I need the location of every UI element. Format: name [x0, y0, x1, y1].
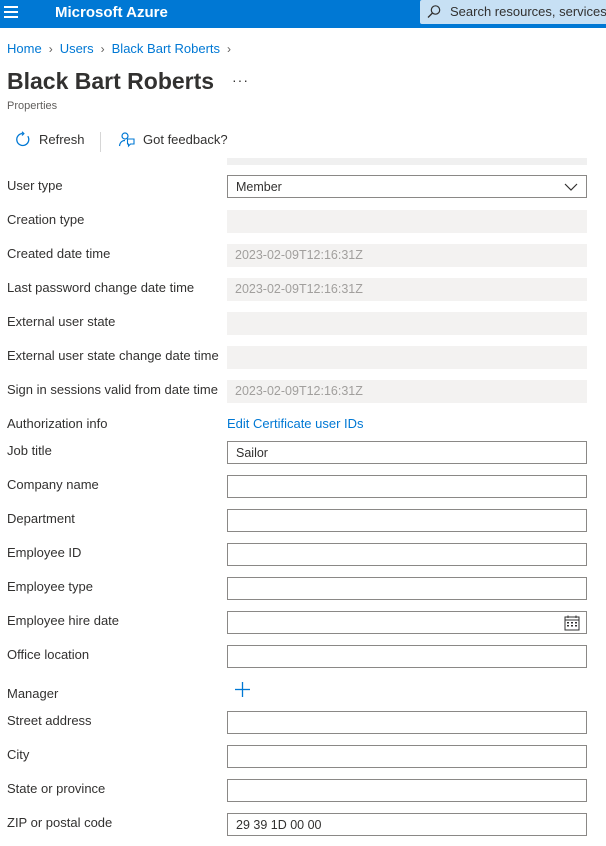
chevron-right-icon: › — [48, 42, 53, 56]
office-location-input[interactable] — [227, 645, 587, 668]
refresh-label: Refresh — [39, 132, 85, 147]
top-bar: Microsoft Azure Search resources, servic… — [0, 0, 606, 28]
creation-type-label: Creation type — [7, 212, 85, 227]
external-user-state-change-field — [227, 346, 587, 369]
state-or-province-label: State or province — [7, 781, 106, 796]
user-type-label: User type — [7, 178, 63, 193]
employee-id-label: Employee ID — [7, 545, 82, 560]
employee-hire-date-label: Employee hire date — [7, 613, 120, 628]
department-label: Department — [7, 511, 75, 526]
search-placeholder: Search resources, services, a — [450, 4, 606, 19]
toolbar-divider — [100, 132, 101, 152]
company-name-input[interactable] — [227, 475, 587, 498]
manager-label: Manager — [7, 686, 59, 701]
scroll-edge — [227, 158, 587, 165]
chevron-right-icon: › — [227, 42, 232, 56]
command-bar: Refresh Got feedback? — [0, 128, 606, 156]
add-manager-plus-icon[interactable] — [234, 681, 251, 698]
job-title-input[interactable]: Sailor — [227, 441, 587, 464]
employee-id-input[interactable] — [227, 543, 587, 566]
employee-type-label: Employee type — [7, 579, 93, 594]
office-location-label: Office location — [7, 647, 90, 662]
calendar-icon[interactable] — [564, 615, 580, 631]
more-options-button[interactable]: ··· — [232, 72, 249, 88]
breadcrumb-users[interactable]: Users — [60, 41, 94, 56]
chevron-down-icon — [564, 183, 578, 191]
company-name-label: Company name — [7, 477, 99, 492]
last-password-change-field: 2023-02-09T12:16:31Z — [227, 278, 587, 301]
breadcrumb-home[interactable]: Home — [7, 41, 42, 56]
external-user-state-field — [227, 312, 587, 335]
breadcrumb: Home › Users › Black Bart Roberts › — [7, 41, 238, 56]
job-title-label: Job title — [7, 443, 52, 458]
employee-type-input[interactable] — [227, 577, 587, 600]
street-address-label: Street address — [7, 713, 92, 728]
department-input[interactable] — [227, 509, 587, 532]
search-icon — [427, 5, 441, 18]
last-password-change-label: Last password change date time — [7, 280, 195, 295]
sign-in-sessions-valid-label: Sign in sessions valid from date time — [7, 382, 218, 397]
created-date-time-field: 2023-02-09T12:16:31Z — [227, 244, 587, 267]
hamburger-menu-icon[interactable] — [4, 6, 20, 20]
feedback-button[interactable]: Got feedback? — [118, 131, 228, 148]
city-label: City — [7, 747, 30, 762]
page-title: Black Bart Roberts — [7, 68, 215, 94]
breadcrumb-user[interactable]: Black Bart Roberts — [112, 41, 220, 56]
employee-hire-date-input[interactable] — [227, 611, 587, 634]
refresh-icon — [16, 131, 30, 147]
created-date-time-label: Created date time — [7, 246, 111, 261]
brand-title[interactable]: Microsoft Azure — [55, 4, 168, 21]
feedback-label: Got feedback? — [143, 132, 228, 147]
user-type-value: Member — [236, 180, 282, 194]
page-subtitle: Properties — [7, 100, 58, 112]
edit-certificate-user-ids-link[interactable]: Edit Certificate user IDs — [227, 416, 364, 431]
refresh-button[interactable]: Refresh — [14, 131, 85, 148]
sign-in-sessions-valid-field: 2023-02-09T12:16:31Z — [227, 380, 587, 403]
city-input[interactable] — [227, 745, 587, 768]
authorization-info-label: Authorization info — [7, 416, 108, 431]
creation-type-field — [227, 210, 587, 233]
chevron-right-icon: › — [100, 42, 105, 56]
zip-or-postal-code-label: ZIP or postal code — [7, 815, 113, 830]
external-user-state-label: External user state — [7, 314, 116, 329]
zip-or-postal-code-input[interactable]: 29 39 1D 00 00 — [227, 813, 587, 836]
feedback-icon — [118, 132, 135, 148]
global-search-input[interactable]: Search resources, services, a — [420, 0, 606, 24]
user-type-select[interactable]: Member — [227, 175, 587, 198]
street-address-input[interactable] — [227, 711, 587, 734]
state-or-province-input[interactable] — [227, 779, 587, 802]
external-user-state-change-label: External user state change date time — [7, 348, 219, 363]
